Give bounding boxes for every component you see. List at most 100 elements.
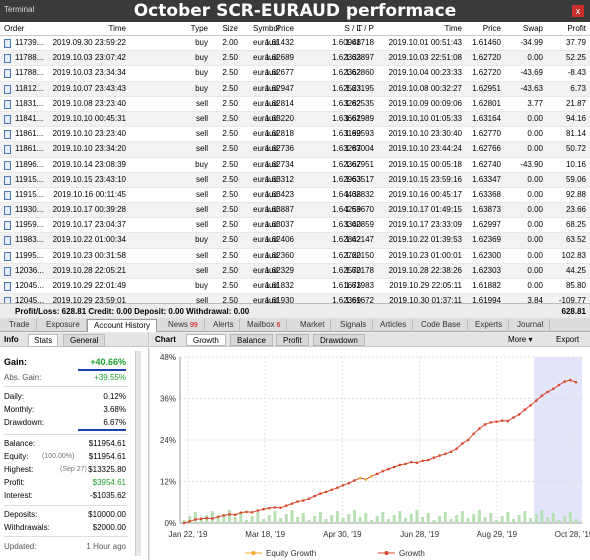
info-panel: Info Stats General Gain: +40.66% Abs. Ga…: [0, 333, 149, 560]
order-icon: [4, 236, 11, 246]
table-cell: sell: [195, 189, 208, 199]
table-row[interactable]: 11959... 2019.10.17 23:04:37 sell 2.50 eurau…: [0, 218, 590, 234]
order-icon: [4, 54, 11, 64]
table-cell: 1.62951: [345, 159, 374, 169]
table-row[interactable]: 11861... 2019.10.10 23:34:20 sell 2.50 eurau…: [0, 142, 590, 158]
table-cell: 2019.10.28 22:05:21: [52, 265, 126, 275]
order-icon: [4, 69, 11, 79]
tab-mailbox[interactable]: Mailbox 6: [241, 319, 288, 332]
table-cell: 37.79: [565, 38, 586, 47]
table-row[interactable]: 12045... 2019.10.29 22:01:49 buy 2.50 euraud…: [0, 279, 590, 295]
tab-signals[interactable]: Signals: [334, 319, 374, 332]
table-cell: 44.25: [565, 265, 586, 275]
table-row[interactable]: 11788... 2019.10.03 23:07:42 buy 2.50 euraud…: [0, 51, 590, 67]
growth-point: [211, 517, 214, 520]
highest-date: (Sep 27): [60, 466, 87, 473]
tab-label: Journal: [517, 320, 544, 329]
table-row[interactable]: 11896... 2019.10.14 23:08:39 buy 2.50 euraud…: [0, 158, 590, 173]
column-header[interactable]: T / P: [357, 24, 374, 34]
tab-trade[interactable]: Trade: [3, 319, 37, 332]
tab-general[interactable]: General: [63, 334, 106, 347]
activity-bar: [227, 510, 231, 523]
tab-exposure[interactable]: Exposure: [40, 319, 87, 332]
growth-point: [557, 383, 561, 387]
table-cell: sell: [195, 220, 208, 230]
tab-profit[interactable]: Profit: [276, 334, 309, 346]
table-row[interactable]: 11915... 2019.10.16 00:11:45 sell 2.50 eurau…: [0, 188, 590, 204]
activity-bar: [324, 519, 328, 523]
column-header[interactable]: Price: [483, 24, 501, 34]
column-header[interactable]: Price: [276, 24, 294, 34]
table-row[interactable]: 11983... 2019.10.22 01:00:34 buy 2.50 euraud…: [0, 233, 590, 249]
column-header[interactable]: Size: [222, 24, 238, 34]
table-row[interactable]: 11841... 2019.10.10 00:45:31 sell 2.50 eurau…: [0, 111, 590, 128]
growth-point: [182, 521, 186, 525]
tab-stats[interactable]: Stats: [28, 334, 59, 347]
table-cell: 1.63004: [345, 144, 374, 154]
x-tick-label: Apr 30, '19: [323, 530, 362, 539]
close-button[interactable]: x: [572, 5, 584, 17]
tab-account-history[interactable]: Account History: [87, 319, 158, 332]
column-header[interactable]: Profit: [567, 24, 586, 34]
growth-point: [449, 450, 453, 454]
activity-bar: [472, 514, 476, 523]
tab-articles[interactable]: Articles: [374, 319, 414, 332]
tab-alerts[interactable]: Alerts: [207, 319, 241, 332]
table-cell: 0.00: [527, 220, 543, 230]
activity-bar: [381, 512, 385, 523]
abs-gain-row: Abs. Gain: +39.55%: [4, 373, 126, 383]
table-row[interactable]: 11930... 2019.10.17 00:39:28 sell 2.50 eurau…: [0, 203, 590, 219]
table-cell: 1.62832: [345, 189, 374, 199]
column-header[interactable]: Time: [445, 24, 462, 34]
table-row[interactable]: 11739... 2019.09.30 23:59:22 buy 2.00 euraud…: [0, 36, 590, 52]
growth-point: [574, 380, 578, 384]
tab-code-base[interactable]: Code Base: [415, 319, 468, 332]
legend-marker: [384, 551, 389, 555]
table-row[interactable]: 12045... 2019.10.29 23:59:01 sell 2.50 eurau…: [0, 294, 590, 303]
table-row[interactable]: 11831... 2019.10.08 23:23:40 sell 2.50 eurau…: [0, 97, 590, 112]
column-header[interactable]: Order: [4, 24, 24, 34]
table-cell: 21.87: [565, 98, 586, 108]
tab-news[interactable]: News 99: [162, 319, 205, 332]
column-header[interactable]: Swap: [523, 24, 543, 34]
info-scrollbar[interactable]: [135, 351, 141, 556]
interest-label: Interest:: [4, 491, 33, 500]
table-cell: 6.73: [570, 83, 586, 93]
tab-journal[interactable]: Journal: [511, 319, 551, 332]
table-cell: 11930...: [15, 205, 44, 215]
table-cell: 2019.10.14 23:08:39: [52, 159, 126, 169]
table-row[interactable]: 11995... 2019.10.23 00:31:58 sell 2.50 eurau…: [0, 249, 590, 264]
table-row[interactable]: 11812... 2019.10.07 23:43:43 buy 2.50 euraud…: [0, 81, 590, 97]
table-cell: -43.69: [520, 68, 543, 78]
tab-growth[interactable]: Growth: [186, 334, 226, 346]
table-row[interactable]: 11788... 2019.10.03 23:34:34 buy 2.50 euraud…: [0, 66, 590, 82]
tab-balance[interactable]: Balance: [230, 334, 273, 346]
equity-value: $11954.61: [88, 452, 126, 461]
activity-bar: [216, 518, 220, 523]
tab-drawdown[interactable]: Drawdown: [313, 334, 365, 346]
updated-label: Updated:: [4, 542, 37, 551]
x-tick-label: Jun 28, '19: [400, 530, 439, 539]
updated-value: 1 Hour ago: [86, 542, 126, 551]
activity-bar: [341, 518, 345, 523]
column-header[interactable]: Type: [191, 24, 208, 34]
activity-bar: [250, 516, 254, 523]
table-cell: sell: [195, 174, 208, 184]
equity-pct: (100.00%): [42, 453, 75, 460]
column-header[interactable]: Time: [109, 24, 126, 34]
table-cell: 1.62360: [265, 250, 294, 260]
tab-market[interactable]: Market: [294, 319, 332, 332]
table-row[interactable]: 11861... 2019.10.10 23:23:40 sell 2.50 eurau…: [0, 127, 590, 143]
growth-point: [324, 490, 328, 494]
profit-row: Profit: $3954.61: [4, 478, 126, 488]
highest-value: $13325.80: [88, 465, 126, 474]
table-cell: 1.62766: [472, 144, 501, 154]
export-button[interactable]: Export: [550, 334, 586, 346]
growth-point: [466, 438, 470, 442]
table-cell: 2019.10.10 01:05:33: [388, 113, 462, 123]
table-row[interactable]: 12036... 2019.10.28 22:05:21 sell 2.50 eurau…: [0, 263, 590, 279]
tab-experts[interactable]: Experts: [469, 319, 510, 332]
more-button[interactable]: More ▾: [502, 334, 539, 346]
table-row[interactable]: 11915... 2019.10.15 23:43:10 sell 2.50 eurau…: [0, 172, 590, 188]
table-cell: 2.50: [222, 235, 238, 245]
